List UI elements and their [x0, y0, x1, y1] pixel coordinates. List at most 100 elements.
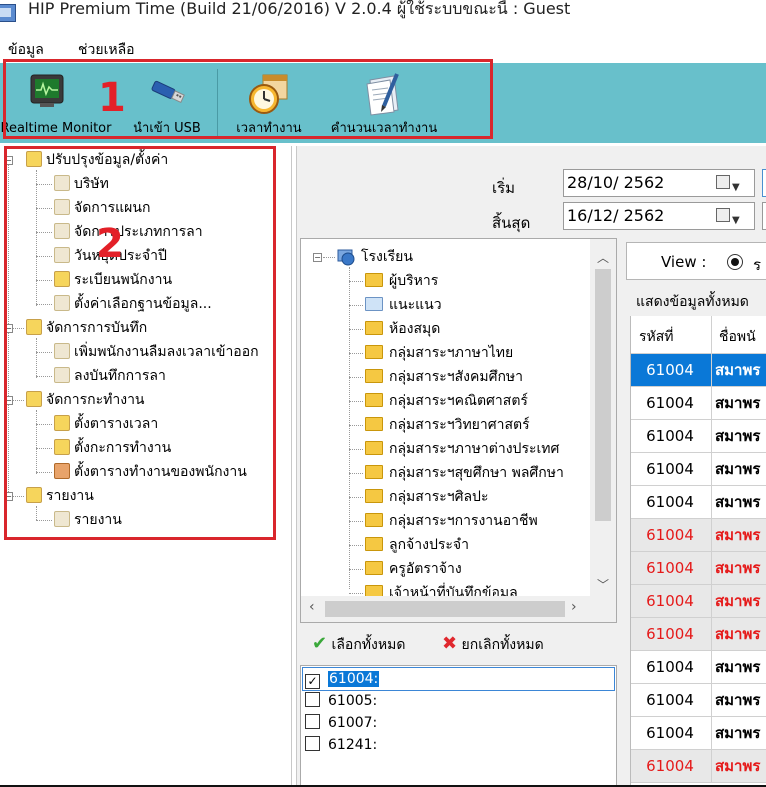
chevron-down-icon: ▼	[732, 215, 740, 226]
partial-button[interactable]	[762, 202, 766, 230]
folder-icon	[365, 465, 383, 479]
attendance-grid: รหัสที่ ชื่อพนั 61004 สมาพร 61004 สมาพร 6100…	[630, 316, 766, 787]
column-header-id[interactable]: รหัสที่	[639, 326, 674, 348]
org-tree-item[interactable]: กลุ่มสาระฯศิลปะ	[365, 487, 488, 507]
folder-icon	[365, 441, 383, 455]
org-tree-item[interactable]: กลุ่มสาระฯสังคมศึกษา	[365, 367, 523, 387]
table-row[interactable]: 61004 สมาพร	[631, 750, 766, 783]
table-row[interactable]: 61004 สมาพร	[631, 684, 766, 717]
org-tree-item[interactable]: ลูกจ้างประจำ	[365, 535, 469, 555]
end-label: สิ้นสุด	[492, 214, 531, 232]
cell-name: สมาพร	[715, 592, 761, 610]
annotation-box-2	[4, 146, 276, 540]
calendar-icon	[716, 175, 730, 189]
menu-help[interactable]: ช่วยเหลือ	[78, 39, 135, 61]
menu-bar: ข้อมูล ช่วยเหลือ	[0, 36, 766, 60]
menu-data[interactable]: ข้อมูล	[8, 39, 44, 61]
tree-root-school[interactable]: โรงเรียน	[361, 247, 413, 267]
deselect-all-button[interactable]: ✖ ยกเลิกทั้งหมด	[442, 633, 544, 656]
calendar-dropdown-button[interactable]: ▼	[714, 206, 744, 226]
calendar-icon	[716, 208, 730, 222]
start-date-picker[interactable]: 28/10/ 2562 ▼	[563, 169, 755, 197]
org-tree-item[interactable]: กลุ่มสาระฯภาษาไทย	[365, 343, 513, 363]
table-row[interactable]: 61004 สมาพร	[631, 651, 766, 684]
table-row[interactable]: 61004 สมาพร	[631, 420, 766, 453]
checkbox[interactable]	[305, 692, 320, 707]
folder-icon	[365, 537, 383, 551]
folder-icon	[365, 297, 383, 311]
column-header-name[interactable]: ชื่อพนั	[719, 326, 756, 348]
cell-id: 61004	[646, 625, 694, 643]
org-tree-item[interactable]: กลุ่มสาระฯคณิตศาสตร์	[365, 391, 528, 411]
annotation-number-2: 2	[96, 221, 124, 267]
folder-icon	[365, 489, 383, 503]
app-icon	[0, 4, 16, 22]
cell-name: สมาพร	[715, 526, 761, 544]
cell-id: 61004	[646, 460, 694, 478]
annotation-number-1: 1	[98, 75, 126, 121]
cell-name: สมาพร	[715, 625, 761, 643]
org-tree-item[interactable]: กลุ่มสาระฯการงานอาชีพ	[365, 511, 538, 531]
checkbox-checked[interactable]: ✓	[305, 674, 320, 689]
cell-name: สมาพร	[715, 724, 761, 742]
show-all-label: แสดงข้อมูลทั้งหมด	[636, 294, 749, 310]
checkmark-icon: ✔	[312, 633, 328, 654]
table-row[interactable]: 61004 สมาพร	[631, 486, 766, 519]
employee-item[interactable]: ✓ 61004:	[305, 668, 380, 690]
folder-icon	[365, 513, 383, 527]
cell-name: สมาพร	[715, 427, 761, 445]
horizontal-scrollbar[interactable]: ‹ ›	[301, 596, 616, 622]
employee-item[interactable]: 61007:	[305, 712, 377, 734]
org-tree-item[interactable]: กลุ่มสาระฯสุขศึกษา พลศึกษา	[365, 463, 564, 483]
table-row[interactable]: 61004 สมาพร	[631, 354, 766, 387]
checkbox[interactable]	[305, 714, 320, 729]
scrollbar-thumb[interactable]	[325, 601, 565, 617]
org-tree-item[interactable]: ครูอัตราจ้าง	[365, 559, 462, 579]
folder-icon	[365, 321, 383, 335]
org-tree-item[interactable]: กลุ่มสาระฯภาษาต่างประเทศ	[365, 439, 559, 459]
org-tree-item[interactable]: ผู้บริหาร	[365, 271, 438, 291]
vertical-scrollbar[interactable]: ︿ ﹀	[590, 239, 616, 596]
collapse-toggle[interactable]: −	[313, 253, 322, 262]
cell-name: สมาพร	[715, 493, 761, 511]
org-tree-item[interactable]: ห้องสมุด	[365, 319, 440, 339]
cell-id: 61004	[646, 394, 694, 412]
employee-item[interactable]: 61241:	[305, 734, 377, 756]
view-label: View :	[661, 253, 707, 271]
scroll-right-icon[interactable]: ›	[571, 599, 577, 615]
cell-id: 61004	[646, 559, 694, 577]
employee-checklist: ✓ 61004: 61005: 61007: 61241:	[300, 665, 617, 787]
end-date-picker[interactable]: 16/12/ 2562 ▼	[563, 202, 755, 230]
partial-button[interactable]	[762, 169, 766, 197]
view-radio[interactable]	[727, 254, 743, 270]
scroll-up-icon[interactable]: ︿	[597, 249, 609, 266]
calendar-dropdown-button[interactable]: ▼	[714, 173, 744, 193]
folder-icon	[365, 393, 383, 407]
cell-id: 61004	[646, 361, 694, 379]
scrollbar-thumb[interactable]	[595, 269, 611, 521]
employee-item[interactable]: 61005:	[305, 690, 377, 712]
table-row[interactable]: 61004 สมาพร	[631, 552, 766, 585]
table-row[interactable]: 61004 สมาพร	[631, 618, 766, 651]
table-row[interactable]: 61004 สมาพร	[631, 585, 766, 618]
org-tree-item[interactable]: แนะแนว	[365, 295, 442, 315]
chevron-down-icon: ▼	[732, 182, 740, 193]
select-all-button[interactable]: ✔ เลือกทั้งหมด	[312, 633, 405, 656]
end-date-value: 16/12/ 2562	[567, 206, 665, 225]
window-title: HIP Premium Time (Build 21/06/2016) V 2.…	[28, 0, 571, 18]
table-row[interactable]: 61004 สมาพร	[631, 453, 766, 486]
cell-id: 61004	[646, 691, 694, 709]
view-selector: View : ร	[626, 242, 766, 280]
title-bar: HIP Premium Time (Build 21/06/2016) V 2.…	[0, 0, 766, 30]
org-tree-item[interactable]: กลุ่มสาระฯวิทยาศาสตร์	[365, 415, 530, 435]
annotation-box-1	[3, 59, 493, 139]
checkbox[interactable]	[305, 736, 320, 751]
table-row[interactable]: 61004 สมาพร	[631, 717, 766, 750]
scroll-left-icon[interactable]: ‹	[309, 599, 315, 615]
grid-header: รหัสที่ ชื่อพนั	[631, 316, 766, 354]
table-row[interactable]: 61004 สมาพร	[631, 387, 766, 420]
cell-name: สมาพร	[715, 757, 761, 775]
scroll-down-icon[interactable]: ﹀	[597, 576, 609, 593]
cell-name: สมาพร	[715, 394, 761, 412]
table-row[interactable]: 61004 สมาพร	[631, 519, 766, 552]
